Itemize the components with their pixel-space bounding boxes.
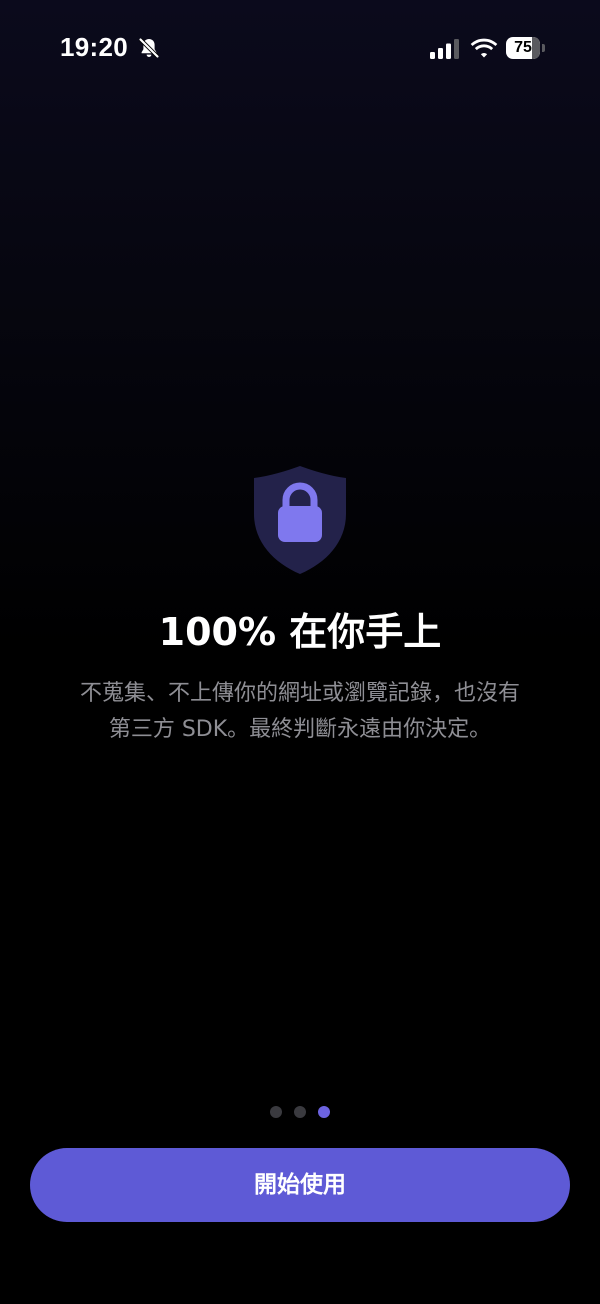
page-dot-2[interactable]: [294, 1106, 306, 1118]
start-button[interactable]: 開始使用: [30, 1148, 570, 1222]
onboarding-screen: 19:20 75 100% 在你手上 不蒐集、不上傳你的網址或瀏覽記錄，也沒有 …: [0, 0, 600, 1304]
status-bar: 19:20 75: [0, 0, 600, 96]
page-indicator[interactable]: [0, 1106, 600, 1118]
battery-level: 75: [514, 39, 532, 56]
bell-slash-icon: [139, 38, 159, 58]
page-title: 100% 在你手上: [158, 610, 442, 654]
page-dot-3[interactable]: [318, 1106, 330, 1118]
page-dot-1[interactable]: [270, 1106, 282, 1118]
wifi-icon: [470, 38, 498, 58]
battery-body: 75: [506, 37, 540, 59]
shield-lock-icon: [254, 466, 346, 574]
cellular-signal-icon: [430, 39, 459, 59]
battery-cap: [542, 44, 545, 52]
battery-indicator: 75: [506, 37, 546, 59]
description-line: 第三方 SDK。最終判斷永遠由你決定。: [108, 717, 492, 742]
page-description: 不蒐集、不上傳你的網址或瀏覽記錄，也沒有 第三方 SDK。最終判斷永遠由你決定。: [40, 676, 560, 748]
status-time: 19:20: [60, 32, 128, 62]
description-line: 不蒐集、不上傳你的網址或瀏覽記錄，也沒有: [79, 681, 520, 706]
